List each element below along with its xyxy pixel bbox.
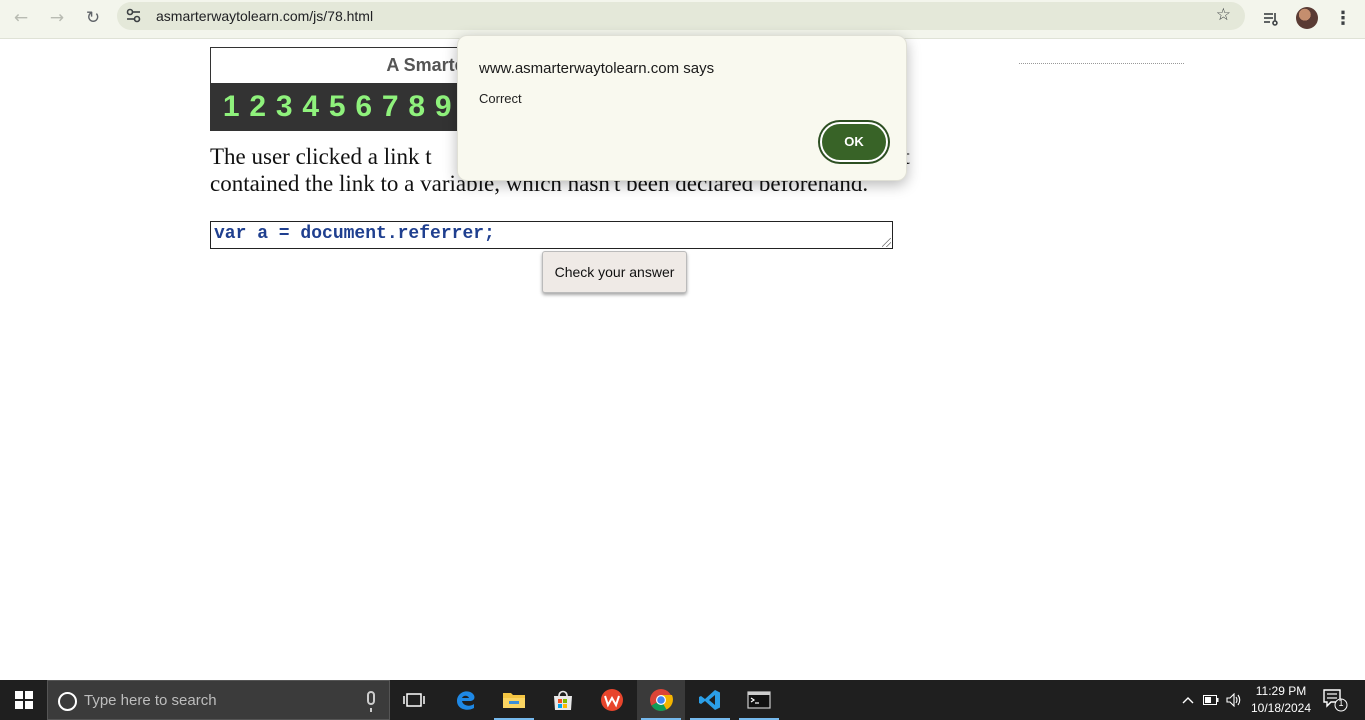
tab-search-icon[interactable] [1259, 5, 1283, 31]
avatar [1296, 7, 1318, 29]
chapter-number-link[interactable]: 2 [248, 89, 269, 125]
ok-button[interactable]: OK [820, 122, 888, 162]
action-center-icon[interactable]: 1 [1320, 680, 1365, 720]
battery-icon[interactable] [1201, 680, 1221, 720]
clock-time: 11:29 PM [1255, 684, 1307, 698]
start-button[interactable] [0, 680, 47, 720]
system-clock[interactable]: 11:29 PM 10/18/2024 [1244, 683, 1318, 717]
alert-dialog: www.asmarterwaytolearn.com says Correct … [457, 35, 907, 181]
chapter-number-link[interactable]: 8 [407, 89, 428, 125]
task-view-icon[interactable] [390, 680, 438, 720]
terminal-icon[interactable] [735, 680, 783, 720]
volume-icon[interactable] [1224, 680, 1244, 720]
chapter-number-link[interactable]: 5 [327, 89, 348, 125]
check-answer-button[interactable]: Check your answer [542, 251, 687, 293]
wps-office-icon[interactable] [588, 680, 636, 720]
clock-date: 10/18/2024 [1250, 701, 1312, 715]
dialog-title: www.asmarterwaytolearn.com says [479, 60, 715, 77]
chapter-number-link[interactable]: 4 [301, 89, 322, 125]
chapter-number-link[interactable]: 1 [221, 89, 242, 125]
chrome-icon[interactable] [637, 680, 685, 720]
forward-icon[interactable]: → [44, 5, 70, 31]
chapter-number-link[interactable]: 9 [433, 89, 454, 125]
browser-toolbar: ← → ↻ asmarterwaytolearn.com/js/78.html … [0, 0, 1365, 39]
chapter-number-link[interactable]: 6 [354, 89, 375, 125]
url-text[interactable]: asmarterwaytolearn.com/js/78.html [156, 8, 373, 24]
bookmark-star-icon[interactable]: ☆ [1216, 5, 1231, 25]
site-info-icon[interactable] [125, 7, 143, 25]
chapter-numbers: 123456789 [221, 89, 454, 125]
dotted-divider [1019, 63, 1184, 64]
file-explorer-icon[interactable] [490, 680, 538, 720]
show-hidden-icons-icon[interactable] [1178, 680, 1198, 720]
windows-taskbar: Type here to search 11:29 PM 10/18/2024 … [0, 680, 1365, 720]
cortana-icon [58, 692, 77, 711]
chapter-number-link[interactable]: 3 [274, 89, 295, 125]
browser-menu-icon[interactable]: ⋮ [1331, 5, 1355, 31]
chapter-number-link[interactable]: 7 [380, 89, 401, 125]
search-placeholder[interactable]: Type here to search [84, 692, 217, 709]
reload-icon[interactable]: ↻ [80, 5, 106, 31]
notification-count: 1 [1338, 698, 1344, 708]
taskbar-search-box[interactable]: Type here to search [47, 680, 390, 720]
answer-textarea[interactable]: var a = document.referrer; [210, 221, 893, 249]
resize-grip-icon[interactable] [882, 238, 891, 247]
vscode-icon[interactable] [686, 680, 734, 720]
answer-value[interactable]: var a = document.referrer; [214, 224, 495, 244]
back-icon[interactable]: ← [8, 5, 34, 31]
microsoft-store-icon[interactable] [539, 680, 587, 720]
windows-logo-icon [14, 691, 33, 709]
profile-avatar[interactable] [1295, 5, 1319, 31]
edge-browser-icon[interactable] [442, 680, 490, 720]
dialog-message: Correct [479, 91, 522, 106]
question-line-1: The user clicked a link t [210, 144, 432, 169]
microphone-icon[interactable] [367, 691, 375, 712]
address-bar[interactable]: asmarterwaytolearn.com/js/78.html ☆ [117, 2, 1245, 30]
